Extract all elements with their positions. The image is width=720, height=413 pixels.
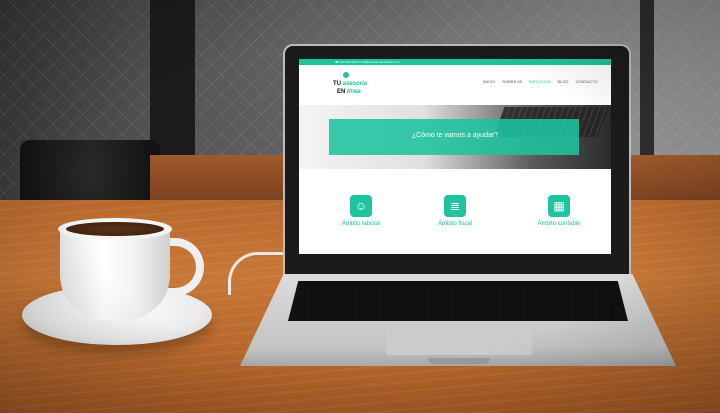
feature-laboral[interactable]: ☺ Ámbito laboral <box>321 195 401 227</box>
coffee <box>66 222 164 236</box>
photo-scene: ☎ 000 000 000 ✉ info@tuasesoriaenlinea.c… <box>0 0 720 413</box>
feature-label: Ámbito fiscal <box>437 221 472 227</box>
logo-icon <box>343 72 349 78</box>
laptop-screen: ☎ 000 000 000 ✉ info@tuasesoriaenlinea.c… <box>299 59 611 254</box>
window-frame <box>150 0 195 165</box>
menu-item-servicios[interactable]: SERVICIOS <box>529 79 551 84</box>
laptop-keyboard <box>288 281 628 321</box>
logo-word-en: EN <box>337 89 346 95</box>
website-menu: INICIO SOBRE MÍ SERVICIOS BLOG CONTACTO <box>483 79 598 84</box>
laptop-trackpad <box>386 323 532 355</box>
feature-contable[interactable]: ▦ Ámbito contable <box>519 195 599 227</box>
document-icon: ≣ <box>444 195 466 217</box>
website-logo[interactable]: TU asesoría <box>333 81 367 87</box>
headset-person-icon: ☺ <box>350 195 372 217</box>
website-logo-line2: EN línea <box>337 89 361 95</box>
window-frame-right <box>640 0 654 175</box>
calculator-icon: ▦ <box>548 195 570 217</box>
hero-title: ¿Cómo te vamos a ayudar? <box>411 132 499 139</box>
logo-word-tu: TU <box>333 81 341 87</box>
menu-item-sobre-mi[interactable]: SOBRE MÍ <box>502 79 522 84</box>
menu-item-inicio[interactable]: INICIO <box>483 79 495 84</box>
laptop-lip <box>428 358 490 364</box>
menu-item-blog[interactable]: BLOG <box>558 79 569 84</box>
menu-item-contacto[interactable]: CONTACTO <box>576 79 598 84</box>
feature-label: Ámbito laboral <box>341 221 381 227</box>
feature-label: Ámbito contable <box>537 221 581 227</box>
logo-word-asesoria: asesoría <box>342 81 368 87</box>
logo-word-linea: línea <box>347 89 361 95</box>
feature-fiscal[interactable]: ≣ Ámbito fiscal <box>415 195 495 227</box>
